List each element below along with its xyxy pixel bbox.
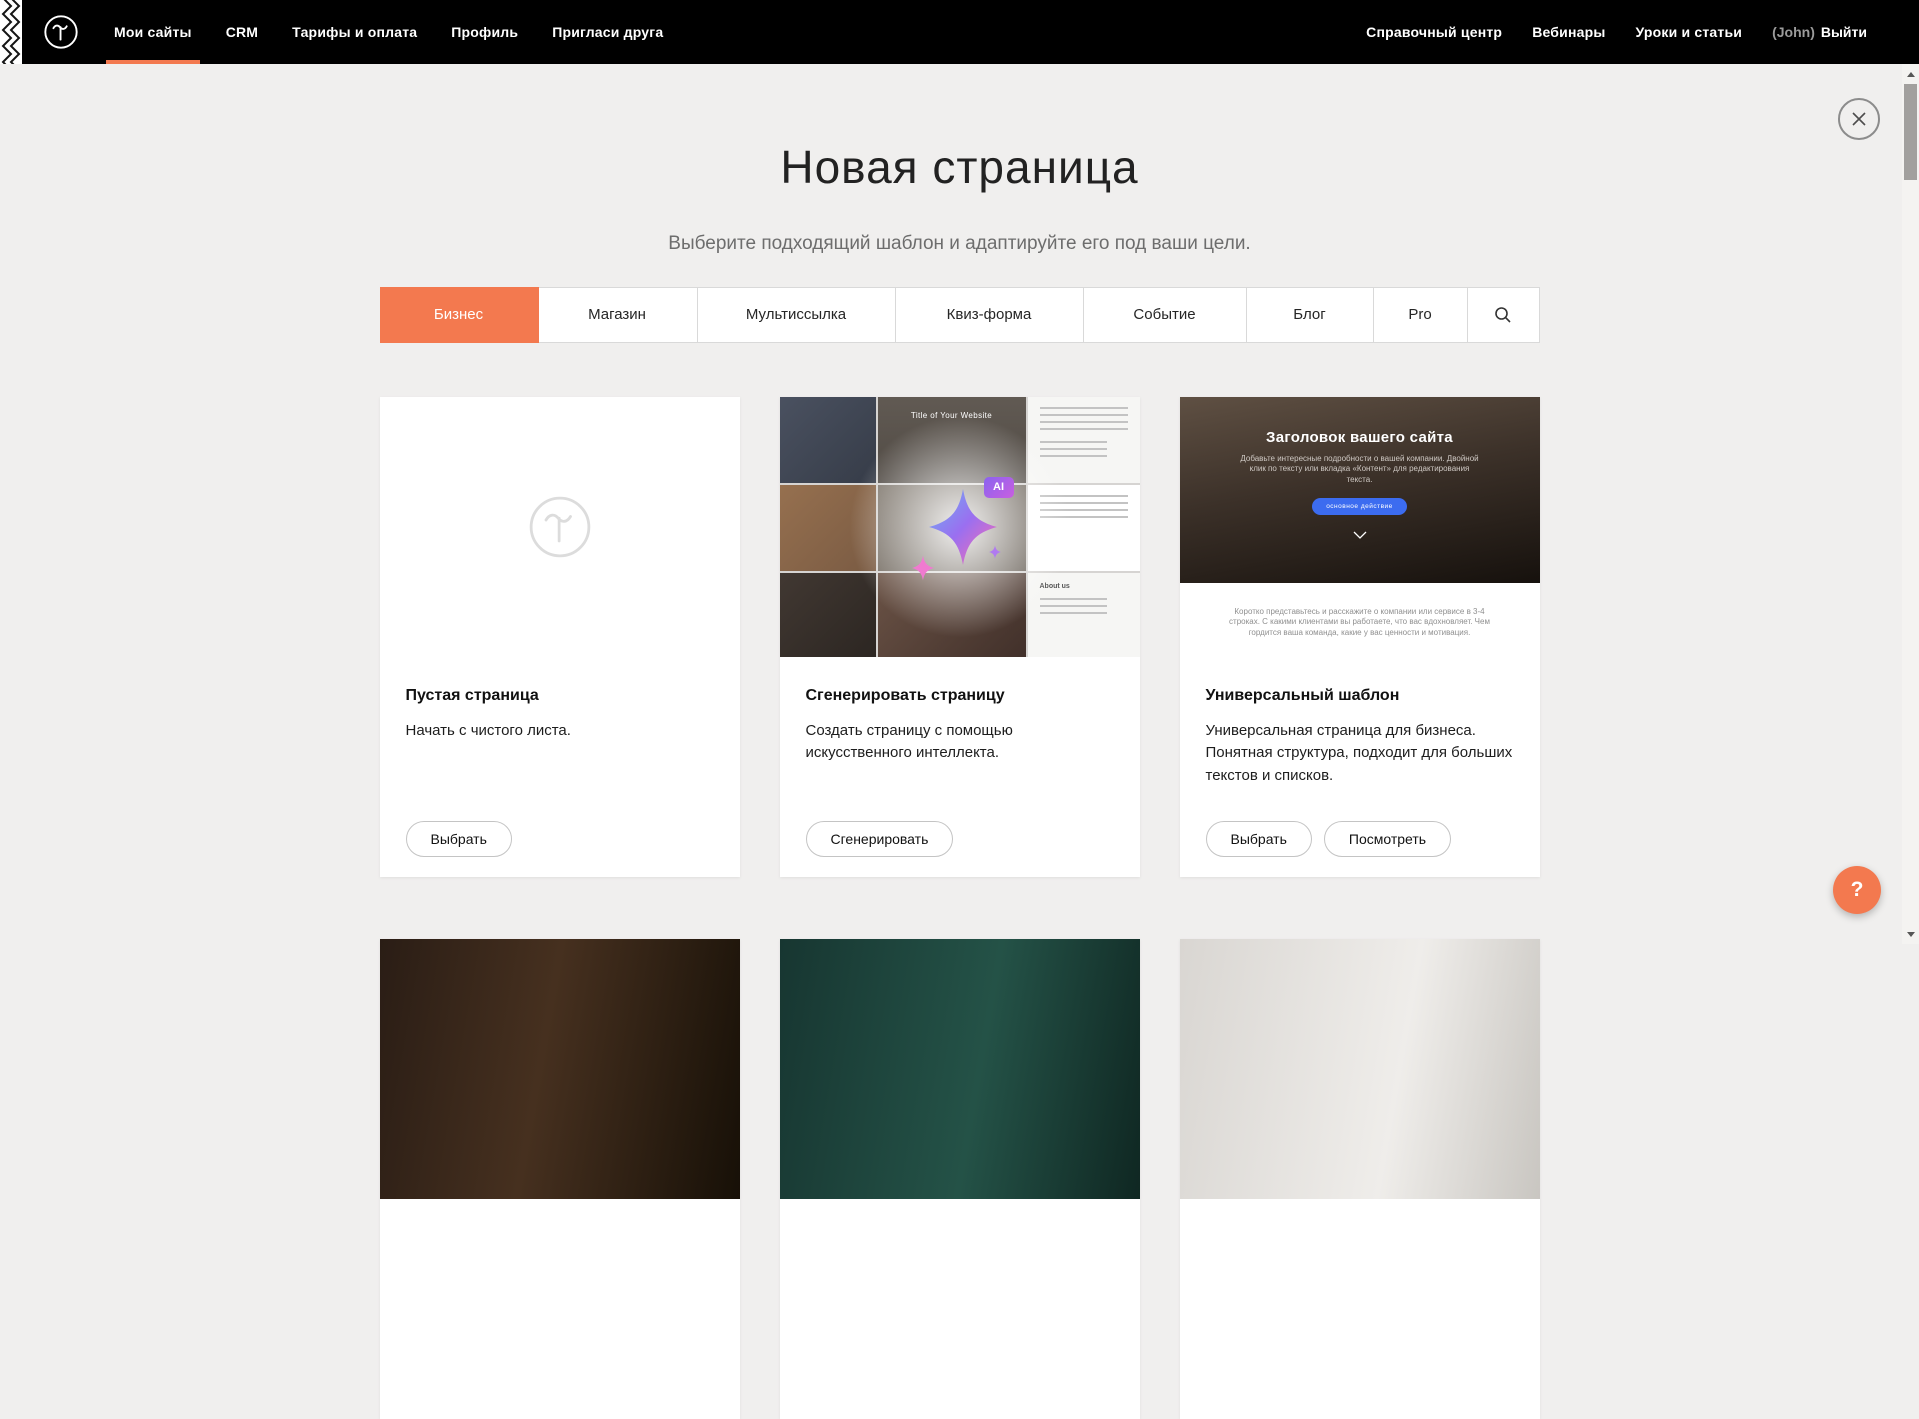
card-description: Универсальная страница для бизнеса. Поня… [1206, 720, 1514, 788]
user-name: (John) [1772, 24, 1815, 40]
tab-multilink[interactable]: Мультиссылка [698, 288, 896, 342]
tab-event[interactable]: Событие [1084, 288, 1247, 342]
tab-business[interactable]: Бизнес [381, 288, 538, 342]
template-category-tabs: Бизнес Магазин Мультиссылка Квиз-форма С… [380, 287, 1540, 343]
card-title: Сгенерировать страницу [806, 687, 1114, 705]
user-session: (John) Выйти [1772, 24, 1867, 40]
card-blank-page: Пустая страница Начать с чистого листа. … [380, 397, 740, 877]
preview-subtext: Добавьте интересные подробности о вашей … [1240, 454, 1480, 486]
primary-nav: Мои сайты CRM Тарифы и оплата Профиль Пр… [114, 0, 663, 64]
tab-blog[interactable]: Блог [1247, 288, 1374, 342]
tab-shop[interactable]: Магазин [538, 288, 698, 342]
close-button[interactable] [1838, 98, 1880, 140]
template-grid: Пустая страница Начать с чистого листа. … [380, 397, 1540, 877]
tab-quiz-form[interactable]: Квиз-форма [896, 288, 1084, 342]
card-description: Начать с чистого листа. [406, 720, 714, 743]
nav-item-pricing[interactable]: Тарифы и оплата [292, 0, 417, 64]
nav-item-lessons[interactable]: Уроки и статьи [1636, 24, 1743, 40]
scrollbar-down-button[interactable] [1902, 926, 1919, 942]
generate-button[interactable]: Сгенерировать [806, 821, 954, 857]
template-card[interactable] [380, 939, 740, 1419]
scrollbar-up-button[interactable] [1902, 66, 1919, 82]
page-title: Новая страница [380, 142, 1540, 193]
tilda-watermark-icon [525, 492, 595, 562]
ai-preview-collage: Title of Your Website About us [780, 397, 1140, 657]
card-generate-ai: Title of Your Website About us [780, 397, 1140, 877]
tilda-logo[interactable] [42, 13, 80, 51]
nav-item-help-center[interactable]: Справочный центр [1366, 24, 1502, 40]
top-navigation-bar: Мои сайты CRM Тарифы и оплата Профиль Пр… [0, 0, 1919, 64]
secondary-nav: Справочный центр Вебинары Уроки и статьи… [1366, 24, 1919, 40]
arrow-up-icon [1907, 72, 1915, 77]
preview-heading: Заголовок вашего сайта [1266, 429, 1453, 446]
blank-page-preview [380, 397, 740, 657]
ai-badge: AI [984, 477, 1014, 498]
card-title: Пустая страница [406, 687, 714, 705]
scrollbar-thumb[interactable] [1904, 84, 1917, 180]
tab-search[interactable] [1468, 288, 1539, 342]
preview-cta-button: основное действие [1312, 498, 1407, 515]
nav-item-my-sites[interactable]: Мои сайты [114, 0, 192, 64]
choose-template-button[interactable]: Выбрать [1206, 821, 1312, 857]
search-icon [1494, 306, 1512, 324]
arrow-down-icon [1907, 932, 1915, 937]
template-card[interactable] [1180, 939, 1540, 1419]
card-description: Создать страницу с помощью искусственног… [806, 720, 1114, 765]
preview-site-title: Title of Your Website [911, 411, 992, 420]
card-universal-template: Заголовок вашего сайта Добавьте интересн… [1180, 397, 1540, 877]
logout-link[interactable]: Выйти [1821, 24, 1867, 40]
template-grid-row-2 [380, 939, 1540, 1419]
choose-blank-button[interactable]: Выбрать [406, 821, 512, 857]
template-card[interactable] [780, 939, 1140, 1419]
nav-item-crm[interactable]: CRM [226, 0, 258, 64]
universal-template-preview: Заголовок вашего сайта Добавьте интересн… [1180, 397, 1540, 657]
nav-item-profile[interactable]: Профиль [451, 0, 518, 64]
help-button[interactable]: ? [1833, 866, 1881, 914]
chevron-down-icon [1353, 531, 1367, 539]
new-page-modal: Новая страница Выберите подходящий шабло… [380, 0, 1540, 1419]
close-icon [1851, 111, 1867, 127]
nav-item-webinars[interactable]: Вебинары [1532, 24, 1605, 40]
scrollbar[interactable] [1902, 64, 1919, 944]
tab-pro[interactable]: Pro [1374, 288, 1468, 342]
sparkle-small-icon [910, 555, 936, 581]
nav-item-invite-friend[interactable]: Пригласи друга [552, 0, 663, 64]
page-subtitle: Выберите подходящий шаблон и адаптируйте… [380, 233, 1540, 255]
card-title: Универсальный шаблон [1206, 687, 1514, 705]
preview-template-button[interactable]: Посмотреть [1324, 821, 1451, 857]
sparkle-tiny-icon [988, 545, 1002, 559]
zigzag-decoration [0, 0, 22, 64]
preview-section-label: About us [1040, 583, 1128, 590]
preview-body-text: Коротко представьтесь и расскажите о ком… [1224, 607, 1496, 639]
